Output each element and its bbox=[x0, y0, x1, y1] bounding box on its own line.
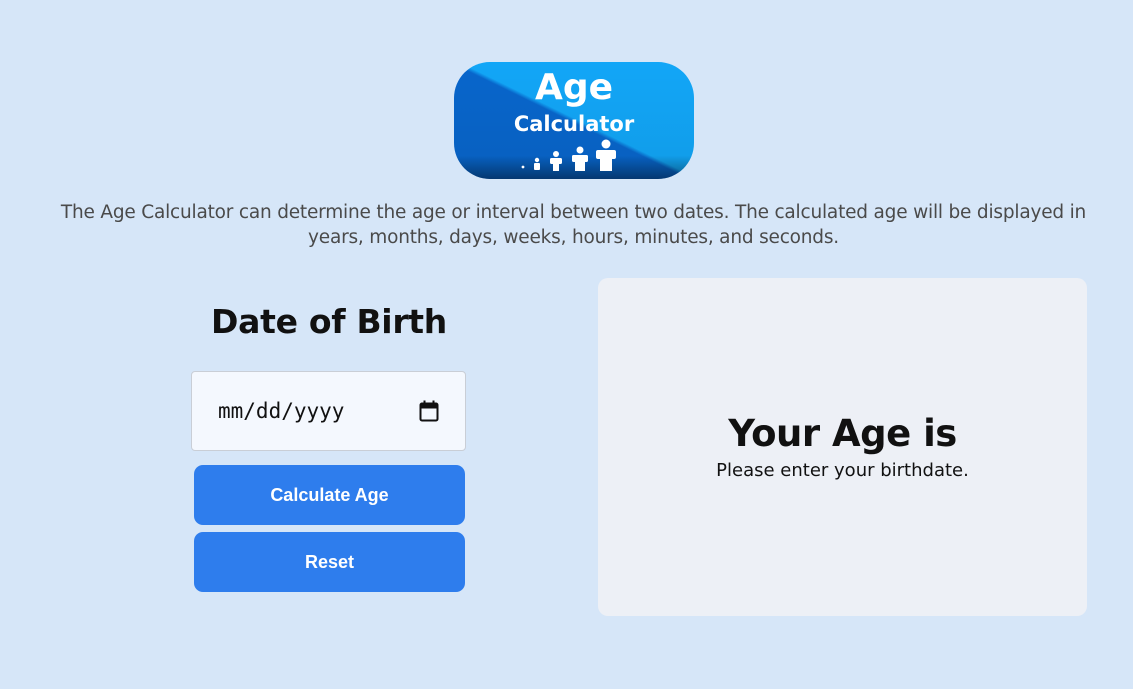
result-card: Your Age is Please enter your birthdate. bbox=[598, 278, 1087, 616]
calculate-age-button[interactable]: Calculate Age bbox=[194, 465, 465, 525]
reset-button[interactable]: Reset bbox=[194, 532, 465, 592]
intro-text: The Age Calculator can determine the age… bbox=[60, 202, 1087, 248]
age-calculator-logo: Age Calculator bbox=[453, 61, 695, 180]
result-message: Please enter your birthdate. bbox=[716, 460, 969, 481]
birthdate-placeholder: mm/dd/yyyy bbox=[218, 399, 345, 423]
svg-text:Calculator: Calculator bbox=[514, 112, 635, 136]
date-of-birth-heading: Date of Birth bbox=[211, 302, 447, 341]
age-calculator-page: Age Calculator The Age Calculator can de… bbox=[0, 0, 1133, 689]
svg-text:Age: Age bbox=[535, 67, 613, 108]
calendar-icon[interactable] bbox=[419, 400, 439, 422]
result-title: Your Age is bbox=[728, 412, 957, 455]
birthdate-input[interactable]: mm/dd/yyyy bbox=[191, 371, 466, 451]
